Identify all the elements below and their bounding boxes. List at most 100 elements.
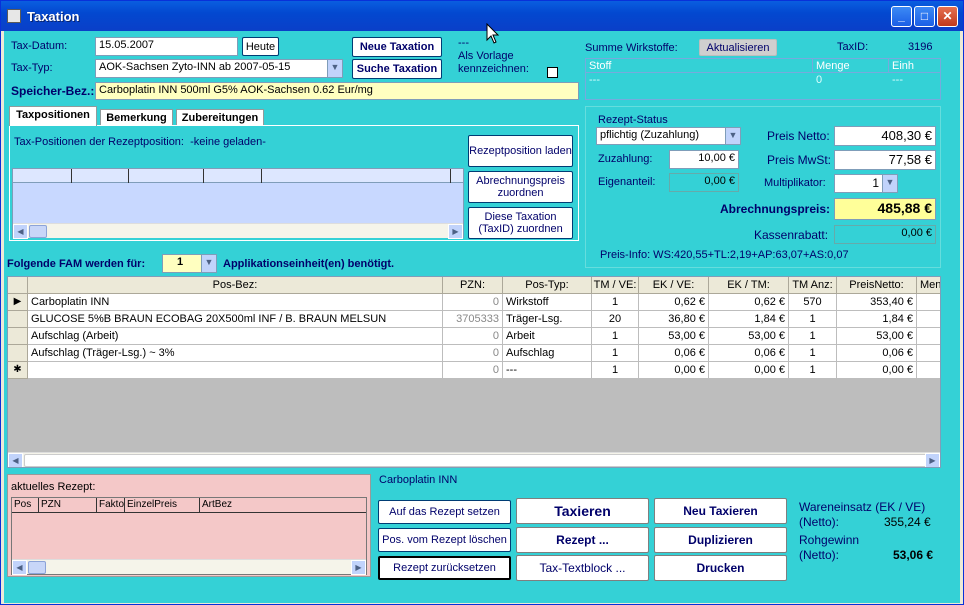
scroll-right-icon[interactable]: ▶ (351, 560, 366, 575)
rezept-button[interactable]: Rezept ... (516, 527, 649, 553)
duplizieren-button[interactable]: Duplizieren (654, 527, 787, 553)
table-cell-pzn[interactable]: 0 (443, 294, 503, 311)
als-vorlage-checkbox[interactable] (547, 67, 558, 78)
speicher-bez-field[interactable]: Carboplatin INN 500ml G5% AOK-Sachsen 0.… (95, 82, 579, 100)
neu-taxieren-button[interactable]: Neu Taxieren (654, 498, 787, 524)
row-selector[interactable] (8, 328, 28, 345)
table-cell-men[interactable] (917, 362, 940, 379)
taxieren-button[interactable]: Taxieren (516, 498, 649, 524)
taxation-zuordnen-button[interactable]: Diese Taxation (TaxID) zuordnen (468, 207, 573, 239)
heute-button[interactable]: Heute (242, 37, 279, 56)
multiplikator-select[interactable]: 1 ▼ (834, 174, 898, 193)
table-cell-men[interactable] (917, 294, 940, 311)
col-tm-ve[interactable]: TM / VE: (592, 277, 639, 294)
table-cell-typ[interactable]: Wirkstoff (503, 294, 592, 311)
scroll-thumb[interactable] (24, 454, 932, 467)
suche-taxation-button[interactable]: Suche Taxation (352, 59, 442, 79)
pos-loeschen-button[interactable]: Pos. vom Rezept löschen (378, 528, 511, 552)
table-cell-men[interactable] (917, 328, 940, 345)
rezept-zuruecksetzen-button[interactable]: Rezept zurücksetzen (378, 556, 511, 580)
tab-taxpositionen[interactable]: Taxpositionen (9, 106, 97, 126)
horizontal-scrollbar[interactable]: ◀ ▶ (13, 223, 463, 239)
table-cell-netto[interactable]: 0,00 € (837, 362, 917, 379)
minimize-icon[interactable]: _ (891, 6, 912, 27)
table-cell-typ[interactable]: --- (503, 362, 592, 379)
table-cell-ekve[interactable]: 0,00 € (639, 362, 709, 379)
table-cell-tmanz[interactable]: 1 (789, 311, 837, 328)
table-cell-typ[interactable]: Aufschlag (503, 345, 592, 362)
col-tm-anz[interactable]: TM Anz: (789, 277, 837, 294)
table-cell-ekve[interactable]: 53,00 € (639, 328, 709, 345)
col-pos-typ[interactable]: Pos-Typ: (503, 277, 592, 294)
scroll-thumb[interactable] (29, 225, 47, 238)
fam-count-select[interactable]: 1 ▼ (162, 254, 217, 273)
table-cell-ekve[interactable]: 0,62 € (639, 294, 709, 311)
tax-datum-field[interactable]: 15.05.2007 (95, 37, 238, 56)
tax-textblock-button[interactable]: Tax-Textblock ... (516, 555, 649, 581)
aktualisieren-button[interactable]: Aktualisieren (699, 39, 777, 56)
table-cell-tmve[interactable]: 1 (592, 294, 639, 311)
table-cell-ektm[interactable]: 0,62 € (709, 294, 789, 311)
scroll-thumb[interactable] (28, 561, 46, 574)
col-ek-ve[interactable]: EK / VE: (639, 277, 709, 294)
table-cell-tmanz[interactable]: 1 (789, 328, 837, 345)
preis-mwst-field[interactable]: 77,58 € (834, 150, 936, 170)
chevron-down-icon[interactable]: ▼ (725, 128, 740, 144)
table-cell-netto[interactable]: 53,00 € (837, 328, 917, 345)
table-cell-tmve[interactable]: 1 (592, 345, 639, 362)
row-selector[interactable]: ✱ (8, 362, 28, 379)
table-cell-ektm[interactable]: 0,00 € (709, 362, 789, 379)
tax-positionen-list[interactable]: ◀ ▶ (12, 168, 464, 239)
aktuelles-rezept-list[interactable]: Pos PZN Faktor EinzelPreis ArtBez ◀ ▶ (11, 497, 367, 575)
wirkstoffe-list[interactable]: Stoff Menge Einh --- 0 --- (585, 58, 941, 100)
abrechnungspreis-field[interactable]: 485,88 € (834, 198, 936, 220)
table-cell-netto[interactable]: 1,84 € (837, 311, 917, 328)
maximize-icon[interactable]: □ (914, 6, 935, 27)
title-bar[interactable]: Taxation _ □ ✕ (1, 1, 963, 31)
chevron-down-icon[interactable]: ▼ (201, 255, 216, 272)
close-icon[interactable]: ✕ (937, 6, 958, 27)
abrechnungspreis-zuordnen-button[interactable]: Abrechnungspreis zuordnen (468, 171, 573, 203)
row-selector[interactable] (8, 345, 28, 362)
row-selector[interactable] (8, 311, 28, 328)
table-cell-ekve[interactable]: 36,80 € (639, 311, 709, 328)
table-cell-bez[interactable]: Aufschlag (Arbeit) (28, 328, 443, 345)
chevron-down-icon[interactable]: ▼ (327, 60, 342, 77)
scroll-left-icon[interactable]: ◀ (12, 560, 27, 575)
table-cell-ekve[interactable]: 0,06 € (639, 345, 709, 362)
chevron-down-icon[interactable]: ▼ (882, 175, 897, 192)
table-cell-pzn[interactable]: 0 (443, 328, 503, 345)
table-cell-pzn[interactable]: 0 (443, 345, 503, 362)
table-cell-men[interactable] (917, 311, 940, 328)
table-cell-ektm[interactable]: 53,00 € (709, 328, 789, 345)
col-pos-bez[interactable]: Pos-Bez: (28, 277, 443, 294)
rezept-horizontal-scrollbar[interactable]: ◀ ▶ (12, 559, 366, 575)
table-cell-tmve[interactable]: 20 (592, 311, 639, 328)
scroll-right-icon[interactable]: ▶ (448, 224, 463, 239)
col-men[interactable]: Men (917, 277, 940, 294)
scroll-left-icon[interactable]: ◀ (13, 224, 28, 239)
scroll-left-icon[interactable]: ◀ (8, 453, 23, 467)
neue-taxation-button[interactable]: Neue Taxation (352, 37, 442, 57)
table-cell-bez[interactable]: Aufschlag (Träger-Lsg.) ~ 3% (28, 345, 443, 362)
table-cell-pzn[interactable]: 0 (443, 362, 503, 379)
tax-typ-select[interactable]: AOK-Sachsen Zyto-INN ab 2007-05-15 ▼ (95, 59, 343, 78)
drucken-button[interactable]: Drucken (654, 555, 787, 581)
col-ek-tm[interactable]: EK / TM: (709, 277, 789, 294)
table-cell-pzn[interactable]: 3705333 (443, 311, 503, 328)
auf-rezept-setzen-button[interactable]: Auf das Rezept setzen (378, 500, 511, 524)
rezept-status-select[interactable]: pflichtig (Zuzahlung) ▼ (596, 127, 741, 145)
row-selector[interactable]: ▶ (8, 294, 28, 311)
table-cell-typ[interactable]: Arbeit (503, 328, 592, 345)
table-cell-bez[interactable]: GLUCOSE 5%B BRAUN ECOBAG 20X500ml INF / … (28, 311, 443, 328)
table-cell-bez[interactable]: Carboplatin INN (28, 294, 443, 311)
table-cell-netto[interactable]: 0,06 € (837, 345, 917, 362)
table-horizontal-scrollbar[interactable]: ◀ ▶ (8, 452, 940, 467)
col-pzn[interactable]: PZN: (443, 277, 503, 294)
table-cell-netto[interactable]: 353,40 € (837, 294, 917, 311)
preis-netto-field[interactable]: 408,30 € (834, 126, 936, 146)
col-preis-netto[interactable]: PreisNetto: (837, 277, 917, 294)
table-cell-tmanz[interactable]: 1 (789, 362, 837, 379)
zuzahlung-field[interactable]: 10,00 € (669, 150, 739, 169)
positions-table[interactable]: Pos-Bez: PZN: Pos-Typ: TM / VE: EK / VE:… (7, 276, 941, 468)
